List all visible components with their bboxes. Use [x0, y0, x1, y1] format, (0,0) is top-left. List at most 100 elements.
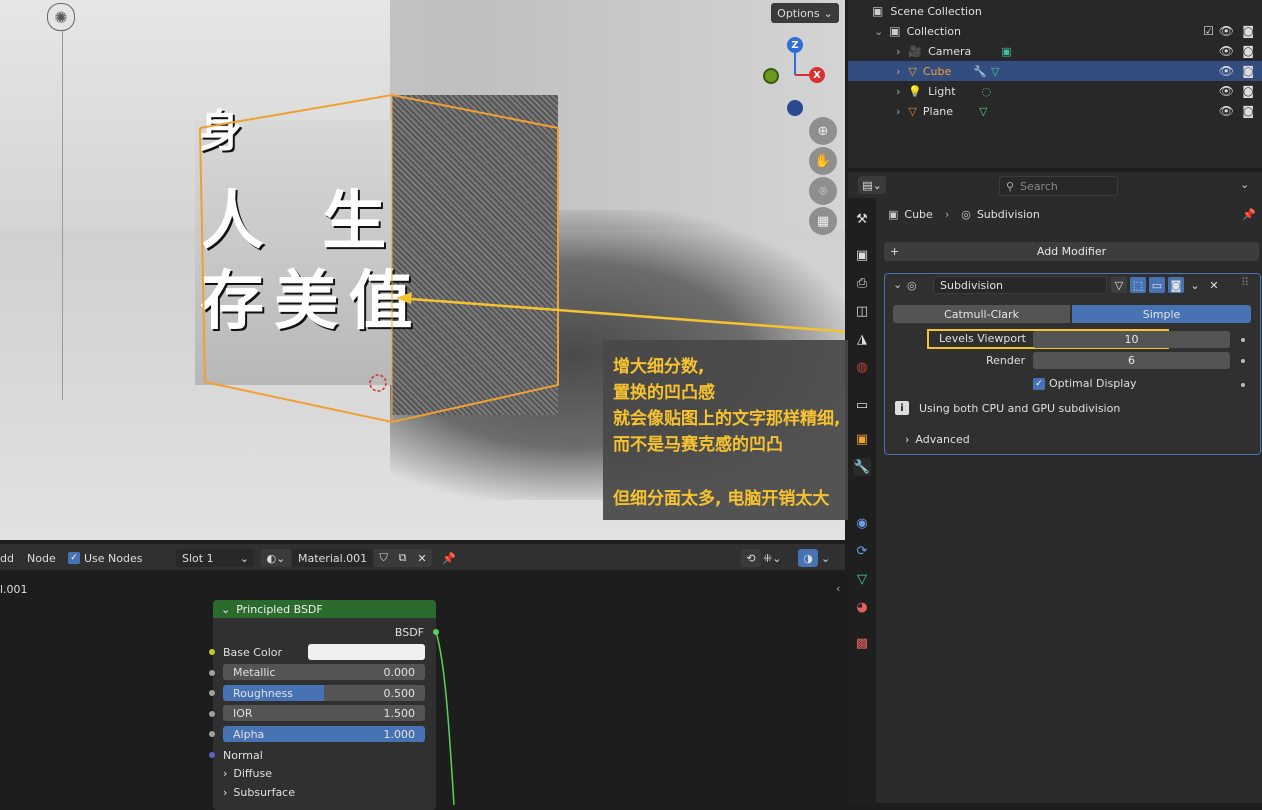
chevron-right-icon[interactable]: ›	[896, 65, 900, 78]
node-menu[interactable]: Node	[27, 549, 56, 567]
use-nodes-checkbox[interactable]: ✓ Use Nodes	[68, 549, 143, 567]
checkbox-icon[interactable]: ☑	[1203, 24, 1214, 38]
outliner-item-light[interactable]: › 💡 Light ◌ 👁 ◙	[848, 81, 1262, 101]
keyframe-dot-icon[interactable]	[1241, 359, 1245, 363]
roughness-slider[interactable]: Roughness 0.500	[223, 685, 425, 701]
diffuse-subpanel[interactable]: › Diffuse	[223, 767, 272, 780]
ior-field[interactable]: IOR 1.500	[223, 705, 425, 721]
optimal-display-checkbox[interactable]: ✓ Optimal Display	[1033, 377, 1137, 390]
metallic-socket[interactable]	[209, 670, 215, 676]
normal-socket[interactable]	[209, 752, 215, 758]
subsurface-subpanel[interactable]: › Subsurface	[223, 786, 295, 799]
keyframe-dot-icon[interactable]	[1241, 338, 1245, 342]
pan-hand-icon[interactable]: ✋	[809, 147, 837, 175]
mesh-data-icon[interactable]: ▽	[979, 105, 987, 118]
eye-icon[interactable]: 👁	[1219, 104, 1234, 118]
render-camera-icon[interactable]: ◙	[1168, 277, 1184, 293]
chevron-down-icon[interactable]: ⌄	[1187, 277, 1203, 293]
camera-render-icon[interactable]: ◙	[1242, 44, 1254, 58]
levels-viewport-field[interactable]: 10	[1033, 331, 1230, 348]
advanced-subpanel[interactable]: › Advanced	[905, 433, 970, 446]
principled-bsdf-node[interactable]: ⌄ Principled BSDF BSDF Base Color Metall…	[213, 600, 436, 810]
camera-render-icon[interactable]: ◙	[1242, 24, 1254, 38]
constraints-icon[interactable]: ⟳	[853, 542, 871, 560]
options-dropdown[interactable]: Options ⌄	[771, 3, 839, 23]
wrench-icon[interactable]: 🔧	[973, 65, 987, 78]
alpha-socket[interactable]	[209, 731, 215, 737]
viewport-display-icon[interactable]: ▭	[1149, 277, 1165, 293]
material-icon[interactable]: ◕	[853, 598, 871, 616]
alpha-slider[interactable]: Alpha 1.000	[223, 726, 425, 742]
outliner-panel[interactable]: ▣ Scene Collection ⌄ ▣ Collection ☑ 👁 ◙ …	[848, 0, 1262, 168]
slot-dropdown[interactable]: Slot 1 ⌄	[176, 549, 254, 567]
node-header[interactable]: ⌄ Principled BSDF	[213, 600, 436, 618]
modifier-name-input[interactable]: Subdivision	[933, 276, 1107, 294]
chevron-down-icon[interactable]: ⌄	[874, 25, 883, 38]
scene-icon[interactable]: ◮	[853, 330, 871, 348]
render-icon[interactable]: ▣	[853, 246, 871, 264]
gizmo-z-axis[interactable]: Z	[787, 37, 803, 53]
light-data-icon[interactable]: ◌	[982, 85, 992, 98]
pin-icon[interactable]: 📌	[1242, 208, 1256, 221]
gizmo-x-axis[interactable]: X	[809, 67, 825, 83]
drag-handle-icon[interactable]: ⠿	[1241, 276, 1249, 289]
add-menu[interactable]: dd	[0, 549, 14, 567]
eye-icon[interactable]: 👁	[1219, 44, 1234, 58]
roughness-socket[interactable]	[209, 690, 215, 696]
fake-user-shield-icon[interactable]: ⛉	[379, 551, 387, 565]
properties-panel[interactable]: ▤⌄ ⚲ Search ⌄ ▣ Cube › ◎ Subdivision 📌 +…	[848, 172, 1262, 803]
camera-view-icon[interactable]: ⌾	[809, 177, 837, 205]
world-icon[interactable]: ◍	[853, 358, 871, 376]
outliner-scene-collection[interactable]: ▣ Scene Collection	[848, 1, 1262, 21]
modifier-wrench-icon[interactable]: 🔧	[853, 458, 871, 476]
mesh-data-icon[interactable]: ▽	[853, 570, 871, 588]
base-color-socket[interactable]	[209, 649, 215, 655]
view-layer-icon[interactable]: ◫	[853, 302, 871, 320]
mesh-data-icon[interactable]: ▽	[991, 65, 999, 78]
close-icon[interactable]: ✕	[417, 552, 426, 565]
edit-cage-icon[interactable]: ▽	[1111, 277, 1127, 293]
editor-type-dropdown[interactable]: ▤⌄	[858, 176, 886, 194]
chevron-right-icon[interactable]: ›	[896, 45, 900, 58]
perspective-grid-icon[interactable]: ▦	[809, 207, 837, 235]
material-browse-button[interactable]: ◐⌄	[261, 549, 291, 567]
keyframe-dot-icon[interactable]	[1241, 383, 1245, 387]
output-icon[interactable]: ⎙	[853, 274, 871, 292]
eye-icon[interactable]: 👁	[1219, 24, 1234, 38]
material-name-field[interactable]: Material.001	[292, 549, 372, 567]
chevron-down-icon[interactable]: ⌄	[221, 603, 230, 616]
eye-icon[interactable]: 👁	[1219, 84, 1234, 98]
chevron-right-icon[interactable]: ›	[896, 85, 900, 98]
metallic-slider[interactable]: Metallic 0.000	[223, 664, 425, 680]
gizmo-negative-z[interactable]	[787, 100, 803, 116]
chevron-down-icon[interactable]: ⌄	[893, 278, 902, 291]
camera-render-icon[interactable]: ◙	[1242, 64, 1254, 78]
duplicate-icon[interactable]: ⧉	[399, 551, 407, 565]
chevron-down-icon[interactable]: ⌄	[1240, 178, 1249, 191]
snap-icon[interactable]: ⟲	[741, 549, 761, 567]
camera-data-icon[interactable]: ▣	[1001, 45, 1011, 58]
render-levels-field[interactable]: 6	[1033, 352, 1230, 369]
outliner-item-plane[interactable]: › ▽ Plane ▽ 👁 ◙	[848, 101, 1262, 121]
physics-icon[interactable]: ◉	[853, 514, 871, 532]
zoom-icon[interactable]: ⊕	[809, 117, 837, 145]
snap-settings-icon[interactable]: ⁜⌄	[763, 549, 781, 567]
chevron-down-icon[interactable]: ⌄	[821, 549, 830, 567]
edit-mode-icon[interactable]: ⬚	[1130, 277, 1146, 293]
close-icon[interactable]: ✕	[1206, 277, 1222, 293]
object-icon[interactable]: ▣	[853, 430, 871, 448]
tool-icon[interactable]: ⚒	[853, 210, 871, 228]
chevron-right-icon[interactable]: ›	[896, 105, 900, 118]
gizmo-y-axis[interactable]	[763, 68, 779, 84]
overlay-icon[interactable]: ◑	[798, 549, 818, 567]
base-color-swatch[interactable]	[308, 644, 425, 660]
outliner-item-cube[interactable]: › ▽ Cube 🔧 ▽ 👁 ◙	[848, 61, 1262, 81]
add-modifier-button[interactable]: + Add Modifier	[884, 242, 1259, 261]
sidebar-toggle-icon[interactable]: ‹	[836, 582, 840, 595]
mode-simple[interactable]: Simple	[1072, 305, 1251, 323]
search-input[interactable]: ⚲ Search	[999, 176, 1118, 196]
mode-catmull-clark[interactable]: Catmull-Clark	[893, 305, 1070, 323]
eye-icon[interactable]: 👁	[1219, 64, 1234, 78]
outliner-collection[interactable]: ⌄ ▣ Collection ☑ 👁 ◙	[848, 21, 1262, 41]
collection-icon[interactable]: ▭	[853, 396, 871, 414]
